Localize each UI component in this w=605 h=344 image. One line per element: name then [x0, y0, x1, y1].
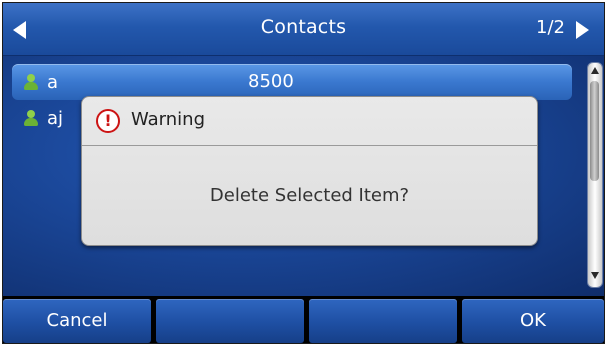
- scrollbar[interactable]: [587, 62, 603, 288]
- contact-row[interactable]: a 8500: [12, 64, 572, 100]
- warning-dialog: ! Warning Delete Selected Item?: [81, 96, 538, 246]
- softkey-3[interactable]: [309, 299, 457, 343]
- contact-name: a: [47, 72, 59, 93]
- ok-softkey[interactable]: OK: [462, 299, 604, 343]
- person-icon: [24, 110, 38, 126]
- page-indicator: 1/2: [536, 17, 565, 38]
- dialog-header: ! Warning: [82, 97, 537, 146]
- screen-title: Contacts: [260, 16, 347, 38]
- dialog-message: Delete Selected Item?: [209, 185, 410, 206]
- person-icon: [24, 74, 38, 90]
- contact-name: aj: [47, 108, 64, 129]
- softkey-2[interactable]: [156, 299, 304, 343]
- scrollbar-thumb[interactable]: [590, 81, 599, 181]
- cancel-softkey[interactable]: Cancel: [3, 299, 151, 343]
- title-bar: Contacts 1/2: [3, 3, 604, 56]
- phone-screen: Contacts 1/2 a 8500 aj ! Warning Delete …: [2, 2, 605, 344]
- scroll-up-icon[interactable]: [591, 67, 599, 74]
- scroll-down-icon[interactable]: [591, 272, 599, 279]
- warning-icon: !: [96, 109, 120, 133]
- right-arrow-icon[interactable]: [576, 21, 589, 39]
- dialog-title: Warning: [131, 109, 206, 130]
- contact-number: 8500: [248, 71, 294, 92]
- softkey-bar: Cancel OK: [3, 297, 604, 343]
